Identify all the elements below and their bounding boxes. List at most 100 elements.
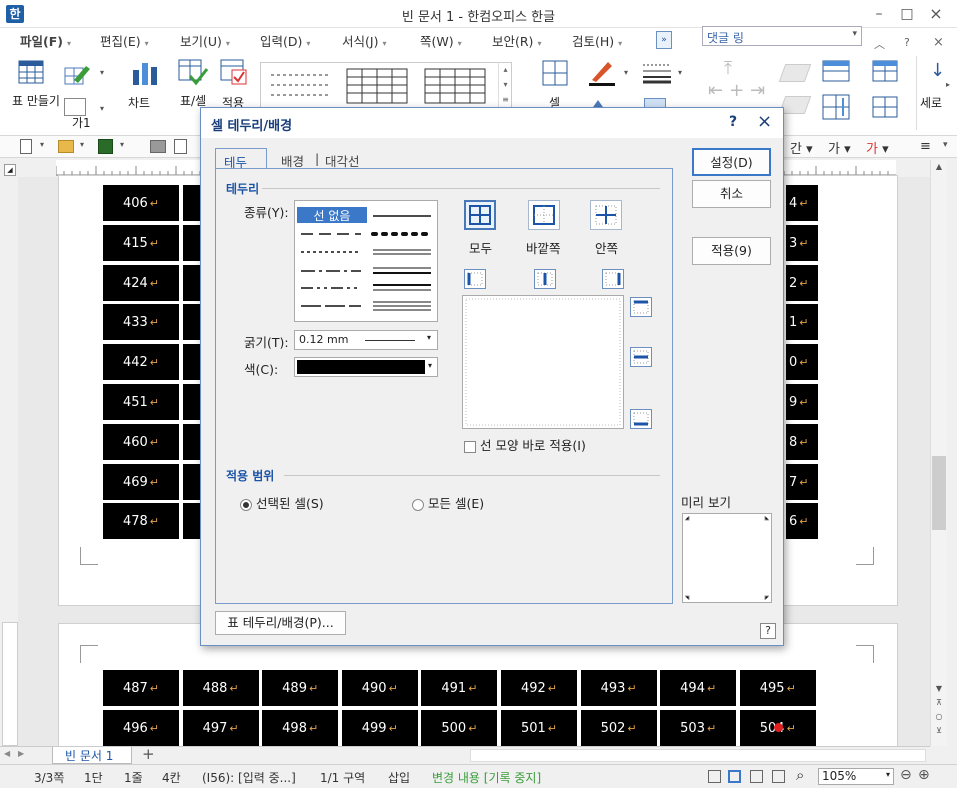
- inner-vertical-border-icon[interactable]: [534, 269, 556, 289]
- vertical-align-icon[interactable]: ↓: [930, 60, 945, 81]
- table-cell[interactable]: 488 ↵: [181, 669, 260, 707]
- table-cell[interactable]: [182, 263, 202, 302]
- tab-scroll-right-icon[interactable]: ▶: [18, 749, 24, 758]
- bottom-border-icon[interactable]: [630, 409, 652, 429]
- close-doc-icon[interactable]: ×: [933, 35, 944, 50]
- align-justify-icon[interactable]: ≡: [920, 139, 931, 154]
- table-cell[interactable]: [182, 502, 202, 541]
- border-preview-box[interactable]: [462, 295, 624, 429]
- cell-icon[interactable]: [542, 60, 568, 89]
- reading-view-icon[interactable]: [772, 770, 785, 783]
- view-mode-icon[interactable]: [708, 770, 721, 783]
- preview-icon[interactable]: [174, 139, 187, 154]
- tab-document-1[interactable]: 빈 문서 1: [52, 747, 132, 764]
- chevron-down-icon[interactable]: ▾: [120, 140, 124, 149]
- menu-input[interactable]: 입력(D) ▾: [260, 31, 310, 50]
- status-insert[interactable]: 삽입: [388, 769, 410, 786]
- table-cell-properties-button[interactable]: 표/셀 속성: [180, 94, 210, 108]
- menu-page[interactable]: 쪽(W) ▾: [420, 31, 462, 50]
- chart-icon[interactable]: [130, 58, 160, 89]
- chevron-down-icon[interactable]: ▾: [624, 68, 628, 77]
- table-cell[interactable]: 498 ↵: [261, 709, 340, 747]
- table-cell[interactable]: 424 ↵: [102, 263, 180, 302]
- table-cell[interactable]: 3 ↵: [785, 223, 819, 262]
- table-cell[interactable]: 460 ↵: [102, 422, 180, 461]
- tab-border[interactable]: 테두리: [215, 148, 267, 189]
- vertical-button[interactable]: 세로: [920, 94, 942, 111]
- table-cell[interactable]: [182, 422, 202, 461]
- table-cell[interactable]: 496 ↵: [102, 709, 180, 747]
- table-cell[interactable]: 406 ↵: [102, 184, 180, 222]
- gallery-scroll[interactable]: ▴ ▾ ≡: [498, 62, 512, 108]
- split-cells-icon[interactable]: [872, 60, 898, 85]
- table-cell[interactable]: 4 ↵: [785, 184, 819, 222]
- table-cell[interactable]: [182, 184, 202, 222]
- toolbar-more-icon[interactable]: ▾: [943, 140, 948, 150]
- close-window-button[interactable]: ×: [923, 3, 949, 25]
- char-color-button[interactable]: 가 ▾: [866, 138, 889, 157]
- table-cell[interactable]: 7 ↵: [785, 462, 819, 501]
- status-page[interactable]: 3/3쪽: [34, 769, 64, 786]
- table-cell[interactable]: 8 ↵: [785, 422, 819, 461]
- save-icon[interactable]: [98, 139, 113, 154]
- next-page-icon[interactable]: ⊻: [932, 726, 946, 740]
- zoom-out-icon[interactable]: ⊖: [900, 767, 912, 783]
- apply-button[interactable]: 적용(9): [692, 237, 771, 265]
- insert-row-icons[interactable]: ⇤+⇥: [708, 80, 771, 101]
- menu-review[interactable]: 검토(H) ▾: [572, 31, 622, 50]
- border-color-icon[interactable]: [588, 58, 616, 89]
- insert-row-above-icon[interactable]: ⤒: [724, 58, 732, 79]
- table-cell[interactable]: 0 ↵: [785, 343, 819, 382]
- table-cell[interactable]: 503 ↵: [659, 709, 738, 747]
- table-cell[interactable]: 490 ↵: [340, 669, 419, 707]
- table-cell[interactable]: 495 ↵: [738, 669, 817, 707]
- apply-style-icon[interactable]: [220, 58, 250, 89]
- help-icon[interactable]: ?: [904, 36, 910, 49]
- table-cell[interactable]: 1 ↵: [785, 303, 819, 342]
- maximize-button[interactable]: □: [894, 3, 920, 25]
- context-help-icon[interactable]: ?: [760, 623, 776, 639]
- table-cell[interactable]: 6 ↵: [785, 502, 819, 541]
- table-border-button[interactable]: 표 테두리/배경(P)...: [215, 611, 346, 635]
- table-cell[interactable]: 433 ↵: [102, 303, 180, 342]
- preset-inner-label[interactable]: 안쪽: [595, 238, 618, 257]
- draft-view-icon[interactable]: [750, 770, 763, 783]
- table-cell[interactable]: 2 ↵: [785, 263, 819, 302]
- table-style-gallery[interactable]: [260, 62, 512, 108]
- page-view-icon[interactable]: [728, 770, 741, 783]
- line-type-list[interactable]: 선 없음: [294, 200, 438, 322]
- inner-horizontal-border-icon[interactable]: [630, 347, 652, 367]
- chevron-down-icon[interactable]: ▾: [80, 140, 84, 149]
- zoom-search-icon[interactable]: ⌕: [796, 766, 804, 784]
- vertical-scrollbar[interactable]: ▲ ▼ ⊼ ○ ⊻: [930, 160, 947, 746]
- more-menu-button[interactable]: »: [656, 31, 672, 49]
- preset-all-icon[interactable]: [464, 200, 496, 230]
- table-draw-icon[interactable]: [64, 62, 90, 85]
- menu-format[interactable]: 서식(J) ▾: [342, 31, 386, 50]
- table-cell[interactable]: [182, 462, 202, 501]
- table-cell[interactable]: 493 ↵: [579, 669, 658, 707]
- vertical-ruler[interactable]: [2, 622, 18, 746]
- status-track-changes[interactable]: 변경 내용 [기록 중지]: [432, 769, 541, 786]
- table-cell[interactable]: 502 ↵: [579, 709, 658, 747]
- ok-button[interactable]: 설정(D): [692, 148, 771, 176]
- preset-outer-label[interactable]: 바깥쪽: [526, 238, 561, 257]
- line-type-swatches[interactable]: [295, 201, 437, 321]
- zoom-in-icon[interactable]: ⊕: [918, 767, 930, 783]
- table-cell[interactable]: 499 ↵: [340, 709, 419, 747]
- line-width-combo[interactable]: 0.12 mm ▾: [294, 330, 438, 350]
- horizontal-scrollbar[interactable]: [470, 749, 926, 762]
- table-cell[interactable]: 501 ↵: [500, 709, 578, 747]
- table-cell[interactable]: 489 ↵: [261, 669, 340, 707]
- select-browse-icon[interactable]: ○: [932, 712, 946, 726]
- chevron-down-icon[interactable]: ▾: [40, 140, 44, 149]
- menu-view[interactable]: 보기(U) ▾: [180, 31, 230, 50]
- text-style-label[interactable]: 가1: [72, 114, 91, 131]
- table-cell[interactable]: 478 ↵: [102, 502, 180, 541]
- chevron-down-icon[interactable]: ▾: [100, 68, 104, 77]
- table-cell[interactable]: [182, 343, 202, 382]
- new-doc-icon[interactable]: [20, 139, 32, 154]
- minimize-button[interactable]: –: [866, 3, 892, 25]
- table-cell[interactable]: 442 ↵: [102, 343, 180, 382]
- print-icon[interactable]: [150, 140, 166, 153]
